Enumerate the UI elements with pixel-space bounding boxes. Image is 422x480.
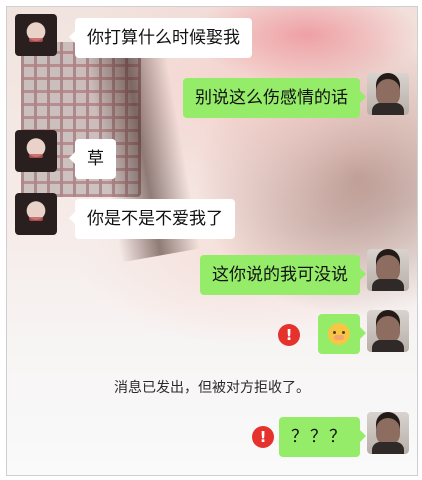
system-notice-text: 消息已发出，但被对方拒收了。 [114,380,310,396]
message-text: 这你说的我可没说 [212,265,348,285]
send-failed-icon[interactable]: ! [278,324,300,346]
outgoing-message-bubble[interactable]: 这你说的我可没说 [200,255,366,295]
incoming-message-bubble[interactable]: 你打算什么时候娶我 [69,18,252,58]
contact-avatar[interactable] [15,130,57,172]
send-failed-icon[interactable]: ! [252,426,274,448]
message-text: 别说这么伤感情的话 [195,88,348,108]
send-failed-glyph: ! [285,326,293,344]
my-avatar[interactable] [367,412,409,454]
my-avatar[interactable] [367,310,409,352]
message-text: 你是不是不爱我了 [87,209,223,229]
contact-avatar[interactable] [15,193,57,235]
outgoing-emoji-bubble[interactable] [318,314,366,354]
outgoing-message-bubble[interactable]: 别说这么伤感情的话 [183,78,366,118]
message-text: 你打算什么时候娶我 [87,28,240,48]
blushing-smile-emoji [328,323,350,345]
my-avatar[interactable] [367,249,409,291]
outgoing-message-bubble[interactable]: ？？？ [279,417,366,457]
incoming-message-bubble[interactable]: 你是不是不爱我了 [69,199,235,239]
system-notice: 消息已发出，但被对方拒收了。 [7,377,417,397]
my-avatar[interactable] [367,73,409,115]
chat-screenshot: 你打算什么时候娶我 别说这么伤感情的话 草 你是不是不爱我了 这你说的我可没说 … [6,6,418,476]
incoming-message-bubble[interactable]: 草 [69,139,116,179]
message-text: 草 [87,149,104,169]
contact-avatar[interactable] [15,14,57,56]
send-failed-glyph: ! [259,428,267,446]
message-text: ？？？ [291,427,348,447]
